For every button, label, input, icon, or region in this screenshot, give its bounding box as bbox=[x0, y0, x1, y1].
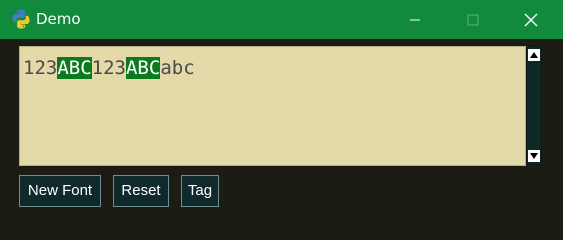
tagged-text-segment: ABC bbox=[125, 57, 161, 79]
reset-button[interactable]: Reset bbox=[113, 175, 169, 207]
scroll-down-button[interactable] bbox=[528, 150, 540, 162]
text-segment: 123 bbox=[91, 57, 126, 79]
window-title: Demo bbox=[36, 10, 81, 28]
text-segment: 123 bbox=[23, 57, 58, 79]
scroll-up-button[interactable] bbox=[528, 49, 540, 61]
python-logo-icon bbox=[10, 8, 32, 30]
vertical-scrollbar[interactable] bbox=[526, 46, 542, 165]
maximize-icon bbox=[467, 14, 479, 25]
minimize-button[interactable] bbox=[392, 0, 438, 39]
new-font-button[interactable]: New Font bbox=[19, 175, 101, 207]
title-bar[interactable]: Demo bbox=[0, 0, 563, 39]
arrow-down-icon bbox=[530, 153, 538, 159]
scroll-track[interactable] bbox=[528, 63, 540, 148]
maximize-button[interactable] bbox=[450, 0, 496, 39]
text-line: 123ABC123ABCabc bbox=[23, 56, 195, 81]
minimize-icon bbox=[410, 19, 420, 20]
text-editor[interactable]: 123ABC123ABCabc bbox=[19, 46, 526, 166]
tagged-text-segment: ABC bbox=[57, 57, 92, 79]
text-segment: abc bbox=[160, 57, 195, 79]
close-button[interactable] bbox=[508, 0, 554, 39]
close-icon bbox=[524, 13, 538, 26]
arrow-up-icon bbox=[530, 52, 538, 58]
tag-button[interactable]: Tag bbox=[181, 175, 219, 207]
demo-window: Demo 123ABC123ABCabc New Font Reset Tag bbox=[0, 0, 563, 217]
